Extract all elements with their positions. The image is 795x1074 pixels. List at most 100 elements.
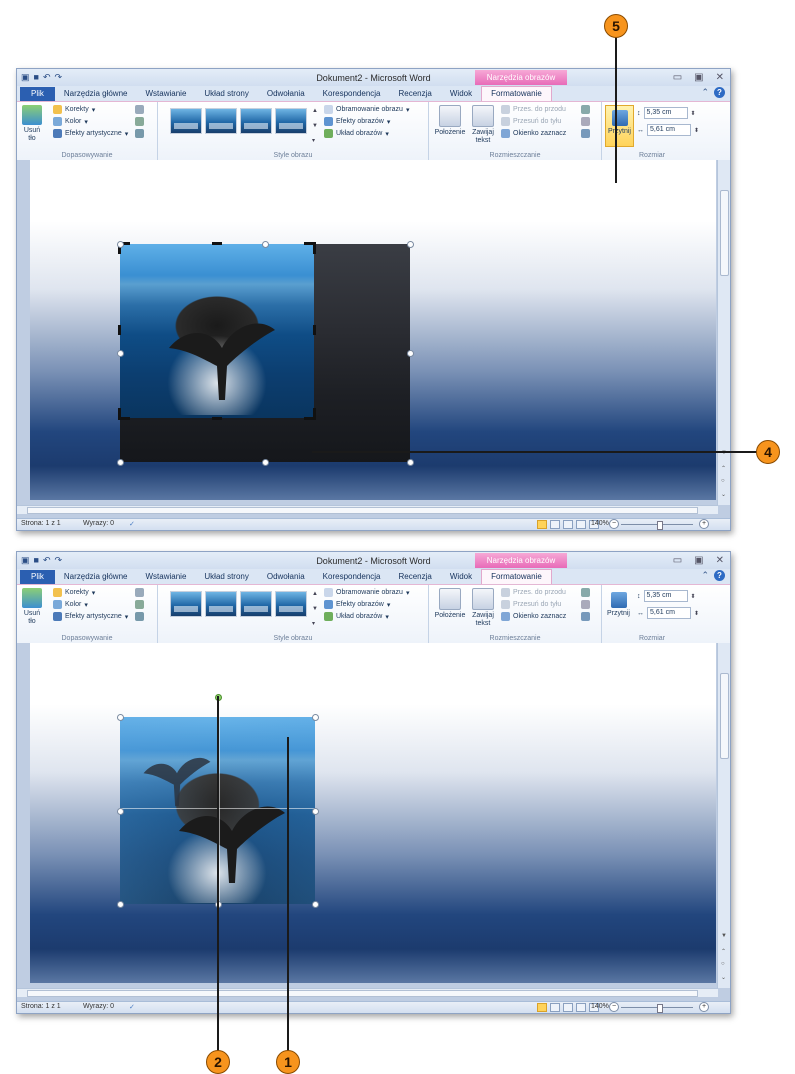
height-field[interactable]: ↕ 5,35 cm ⬍ — [637, 590, 696, 602]
styles-gallery-scroll[interactable]: ▲ ▼ ▾ — [312, 108, 319, 144]
height-value[interactable]: 5,35 cm — [643, 107, 688, 119]
tab-mailings[interactable]: Korespondencja — [314, 87, 390, 101]
proofing-icon[interactable]: ✓ — [129, 1003, 135, 1011]
tab-insert[interactable]: Wstawianie — [136, 87, 195, 101]
reading-view-icon[interactable] — [550, 520, 560, 529]
height-value[interactable]: 5,35 cm — [643, 590, 688, 602]
color-button[interactable]: Kolor ▾ — [53, 600, 88, 609]
tab-references[interactable]: Odwołania — [258, 570, 314, 584]
print-layout-view-icon[interactable] — [537, 520, 547, 529]
compress-pictures-icon[interactable] — [135, 588, 144, 597]
width-spinner[interactable]: ⬍ — [694, 610, 699, 617]
group-objects-icon[interactable] — [581, 117, 590, 126]
compress-pictures-icon[interactable] — [135, 105, 144, 114]
color-button[interactable]: Kolor ▾ — [53, 117, 88, 126]
picture-style-1[interactable] — [170, 108, 202, 134]
zoom-slider[interactable] — [621, 1004, 693, 1013]
close-icon[interactable]: ✕ — [716, 72, 724, 83]
height-spinner[interactable]: ⬍ — [691, 110, 696, 117]
web-view-icon[interactable] — [563, 520, 573, 529]
width-field[interactable]: ↔ 5,61 cm ⬍ — [637, 607, 699, 619]
artistic-effects-button[interactable]: Efekty artystyczne ▾ — [53, 612, 128, 621]
selection-pane-button[interactable]: Okienko zaznacz — [501, 129, 566, 138]
tab-home[interactable]: Narzędzia główne — [55, 570, 137, 584]
maximize-icon[interactable]: ▣ — [694, 555, 703, 566]
status-page[interactable]: Strona: 1 z 1 — [21, 1003, 61, 1010]
tab-review[interactable]: Recenzja — [390, 570, 441, 584]
status-words[interactable]: Wyrazy: 0 — [83, 1003, 114, 1010]
height-field[interactable]: ↕ 5,35 cm ⬍ — [637, 107, 696, 119]
picture-style-2[interactable] — [205, 591, 237, 617]
align-icon[interactable] — [581, 105, 590, 114]
ribbon-minimize-icon[interactable]: ⌃ — [701, 87, 709, 98]
position-button[interactable]: Położenie — [433, 105, 467, 137]
zoom-level[interactable]: 140% — [591, 1003, 609, 1010]
width-spinner[interactable]: ⬍ — [694, 127, 699, 134]
status-page[interactable]: Strona: 1 z 1 — [21, 520, 61, 527]
ribbon-minimize-icon[interactable]: ⌃ — [701, 570, 709, 581]
tab-view[interactable]: Widok — [441, 570, 481, 584]
picture-border-button[interactable]: Obramowanie obrazu ▾ — [324, 105, 409, 114]
picture-style-3[interactable] — [240, 108, 272, 134]
tab-format[interactable]: Formatowanie — [481, 86, 552, 101]
tab-file[interactable]: Plik — [20, 87, 55, 101]
close-icon[interactable]: ✕ — [716, 555, 724, 566]
reset-picture-icon[interactable] — [135, 129, 144, 138]
rotate-icon[interactable] — [581, 612, 590, 621]
picture-layout-button[interactable]: Układ obrazów ▾ — [324, 612, 389, 621]
picture-style-4[interactable] — [275, 591, 307, 617]
vertical-scrollbar[interactable]: ▼ ⌃ ○ ⌄ — [717, 643, 730, 988]
help-icon[interactable]: ? — [714, 570, 725, 581]
zoom-in-icon[interactable]: + — [699, 1002, 709, 1012]
horizontal-scrollbar[interactable] — [17, 505, 718, 514]
picture-effects-button[interactable]: Efekty obrazów ▾ — [324, 117, 390, 126]
position-button[interactable]: Położenie — [433, 588, 467, 620]
tab-format[interactable]: Formatowanie — [481, 569, 552, 584]
height-spinner[interactable]: ⬍ — [691, 593, 696, 600]
wrap-text-button[interactable]: Zawijaj tekst — [469, 588, 497, 628]
tab-home[interactable]: Narzędzia główne — [55, 87, 137, 101]
zoom-out-icon[interactable]: − — [609, 1002, 619, 1012]
group-objects-icon[interactable] — [581, 600, 590, 609]
print-layout-view-icon[interactable] — [537, 1003, 547, 1012]
tab-view[interactable]: Widok — [441, 87, 481, 101]
web-view-icon[interactable] — [563, 1003, 573, 1012]
styles-gallery-scroll[interactable]: ▲ ▼ ▾ — [312, 591, 319, 627]
corrections-button[interactable]: Korekty ▾ — [53, 105, 95, 114]
zoom-slider[interactable] — [621, 521, 693, 530]
reading-view-icon[interactable] — [550, 1003, 560, 1012]
reset-picture-icon[interactable] — [135, 612, 144, 621]
picture-border-button[interactable]: Obramowanie obrazu ▾ — [324, 588, 409, 597]
zoom-level[interactable]: 140% — [591, 520, 609, 527]
wrap-text-button[interactable]: Zawijaj tekst — [469, 105, 497, 145]
horizontal-scrollbar[interactable] — [17, 988, 718, 997]
horizontal-scroll-thumb[interactable] — [27, 990, 698, 997]
help-icon[interactable]: ? — [714, 87, 725, 98]
vertical-scroll-thumb[interactable] — [720, 190, 729, 276]
status-words[interactable]: Wyrazy: 0 — [83, 520, 114, 527]
tab-references[interactable]: Odwołania — [258, 87, 314, 101]
picture-style-3[interactable] — [240, 591, 272, 617]
rotate-icon[interactable] — [581, 129, 590, 138]
remove-background-button[interactable]: Usuń tło — [20, 588, 44, 626]
picture-style-4[interactable] — [275, 108, 307, 134]
zoom-out-icon[interactable]: − — [609, 519, 619, 529]
width-field[interactable]: ↔ 5,61 cm ⬍ — [637, 124, 699, 136]
minimize-icon[interactable]: ▭ — [673, 555, 682, 566]
proofing-icon[interactable]: ✓ — [129, 520, 135, 528]
crop-button[interactable]: Przytnij — [605, 105, 634, 147]
picture-style-2[interactable] — [205, 108, 237, 134]
bring-forward-button[interactable]: Przes. do przodu — [501, 105, 566, 114]
tab-page-layout[interactable]: Układ strony — [195, 87, 257, 101]
tab-review[interactable]: Recenzja — [390, 87, 441, 101]
corrections-button[interactable]: Korekty ▾ — [53, 588, 95, 597]
bring-forward-button[interactable]: Przes. do przodu — [501, 588, 566, 597]
horizontal-scroll-thumb[interactable] — [27, 507, 698, 514]
tab-insert[interactable]: Wstawianie — [136, 570, 195, 584]
minimize-icon[interactable]: ▭ — [673, 72, 682, 83]
send-backward-button[interactable]: Przesuń do tyłu — [501, 600, 561, 609]
artistic-effects-button[interactable]: Efekty artystyczne ▾ — [53, 129, 128, 138]
remove-background-button[interactable]: Usuń tło — [20, 105, 44, 143]
vertical-scrollbar[interactable]: ▼ ⌃ ○ ⌄ — [717, 160, 730, 505]
width-value[interactable]: 5,61 cm — [647, 124, 691, 136]
